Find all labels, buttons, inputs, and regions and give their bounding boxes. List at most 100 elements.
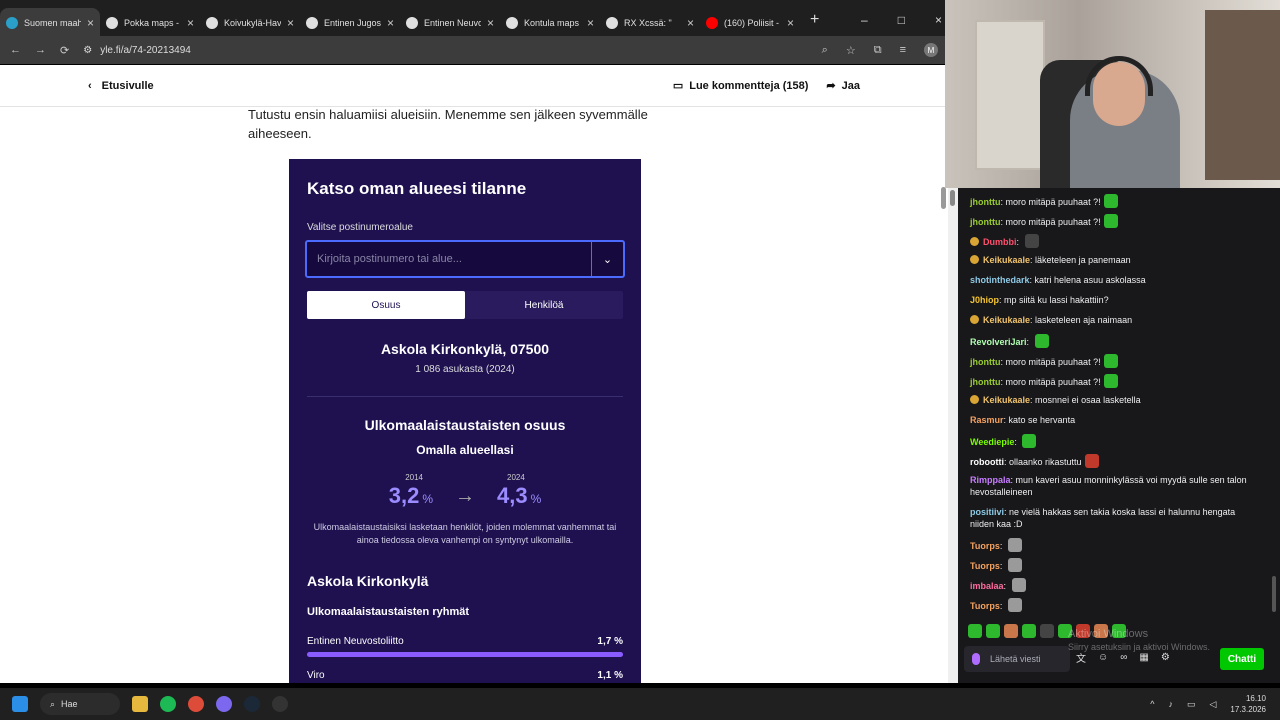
extensions-icon[interactable]: ⧉: [874, 44, 882, 57]
postal-code-input[interactable]: Kirjoita postinumero tai alue...: [307, 253, 591, 265]
emote-icon[interactable]: [1004, 624, 1018, 638]
spotify-icon[interactable]: [160, 696, 176, 712]
site-info-icon[interactable]: ⚙: [83, 45, 92, 56]
share-button[interactable]: ➦ Jaa: [826, 79, 860, 93]
chat-username[interactable]: jhonttu: [970, 377, 1001, 387]
bookmark-star-icon[interactable]: ☆: [846, 44, 856, 57]
page-scrollbar[interactable]: [938, 135, 948, 683]
emote-icon: [1103, 354, 1118, 368]
tab-close-icon[interactable]: ×: [487, 16, 494, 30]
maximize-icon[interactable]: □: [898, 13, 905, 27]
steam-icon[interactable]: [244, 696, 260, 712]
tray-display-icon[interactable]: ▭: [1187, 699, 1196, 710]
browser-tab[interactable]: Suomen maahanmuutto ×: [0, 8, 100, 38]
chat-username[interactable]: jhonttu: [970, 217, 1001, 227]
chat-left-scrollbar[interactable]: [948, 188, 958, 683]
chat-username[interactable]: Dumbbi: [983, 237, 1017, 247]
chat-message: jhonttu: moro mitäpä puuhaat ?!: [970, 374, 1250, 388]
group-bar-fill: [307, 652, 623, 657]
search-icon: ⌕: [50, 698, 56, 709]
chat-message: Tuorps:: [970, 598, 1250, 612]
chat-username[interactable]: Keikukaale: [983, 315, 1030, 325]
minimize-icon[interactable]: –: [861, 13, 868, 27]
new-tab-button[interactable]: +: [810, 11, 819, 29]
address-bar[interactable]: ⚙ yle.fi/a/74-20213494: [83, 45, 191, 56]
zoom-icon[interactable]: ⌕: [822, 44, 828, 57]
chat-username[interactable]: robootti: [970, 457, 1004, 467]
reload-icon[interactable]: ⟳: [60, 44, 69, 57]
chat-username[interactable]: Tuorps: [970, 541, 1000, 551]
discord-icon[interactable]: [216, 696, 232, 712]
tab-close-icon[interactable]: ×: [187, 16, 194, 30]
browser-tab[interactable]: Entinen Neuvostoliitto ×: [400, 8, 500, 38]
share-title: Ulkomaalaistaustaisten osuus: [364, 417, 566, 433]
chat-message: imbalaa:: [970, 578, 1250, 592]
browser-tab[interactable]: Kontula maps ×: [500, 8, 600, 38]
taskbar-search[interactable]: ⌕ Hae: [40, 693, 120, 715]
chat-text: mosnnei ei osaa lasketella: [1035, 395, 1141, 405]
chat-message: jhonttu: moro mitäpä puuhaat ?!: [970, 214, 1250, 228]
emote-icon[interactable]: [968, 624, 982, 638]
chat-username[interactable]: jhonttu: [970, 357, 1001, 367]
badge-icon: [970, 255, 979, 264]
chat-username[interactable]: J0hiop: [970, 295, 999, 305]
tab-close-icon[interactable]: ×: [287, 16, 294, 30]
emote-icon[interactable]: [1022, 624, 1036, 638]
chat-message: Weediepie:: [970, 434, 1250, 448]
chat-username[interactable]: Rimppala: [970, 475, 1011, 485]
chevron-down-icon[interactable]: ⌄: [591, 242, 623, 276]
close-window-icon[interactable]: ×: [935, 13, 942, 27]
microphone-icon[interactable]: [972, 653, 980, 665]
chat-username[interactable]: jhonttu: [970, 197, 1001, 207]
back-link[interactable]: ‹ Etusivulle: [88, 80, 154, 92]
chat-message: robootti: ollaanko rikastuttu: [970, 454, 1250, 468]
browser-tab[interactable]: RX Xcssä: " ×: [600, 8, 700, 38]
population: 1 086 asukasta (2024): [415, 364, 515, 375]
chat-username[interactable]: Keikukaale: [983, 395, 1030, 405]
chat-username[interactable]: Tuorps: [970, 561, 1000, 571]
chat-username[interactable]: positiivi: [970, 507, 1004, 517]
chat-username[interactable]: shotinthedark: [970, 275, 1030, 285]
browser-tab[interactable]: Koivukylä-Havu ×: [200, 8, 300, 38]
chat-username[interactable]: imbalaa: [970, 581, 1004, 591]
chat-username[interactable]: Keikukaale: [983, 255, 1030, 265]
tab-close-icon[interactable]: ×: [387, 16, 394, 30]
obs-icon[interactable]: [272, 696, 288, 712]
chat-username[interactable]: RevolveriJari: [970, 337, 1027, 347]
emote-icon[interactable]: [1040, 624, 1054, 638]
chat-send-button[interactable]: Chatti: [1220, 648, 1264, 670]
tray-chevron-up-icon[interactable]: ^: [1150, 699, 1154, 709]
browser-tab[interactable]: Pokka maps - Google ×: [100, 8, 200, 38]
tab-label: (160) Poliisit -: [724, 18, 780, 28]
clock[interactable]: 16.10 17.3.2026: [1230, 693, 1266, 715]
tab-close-icon[interactable]: ×: [687, 16, 694, 30]
chat-input-placeholder: Lähetä viesti: [990, 654, 1041, 664]
back-arrow-icon[interactable]: ←: [10, 44, 21, 56]
chat-username[interactable]: Rasmur: [970, 415, 1004, 425]
toggle-share[interactable]: Osuus: [307, 291, 465, 319]
tab-close-icon[interactable]: ×: [87, 16, 94, 30]
tray-mic-icon[interactable]: ♪: [1168, 699, 1173, 709]
tab-close-icon[interactable]: ×: [787, 16, 794, 30]
tab-close-icon[interactable]: ×: [587, 16, 594, 30]
profile-avatar[interactable]: M: [924, 43, 938, 57]
postal-code-combobox[interactable]: Kirjoita postinumero tai alue... ⌄: [305, 240, 625, 278]
browser-tab[interactable]: Entinen Jugoslavia ×: [300, 8, 400, 38]
comments-link[interactable]: ▭ Lue kommentteja (158): [673, 79, 809, 93]
chat-username[interactable]: Weediepie: [970, 437, 1014, 447]
toggle-persons[interactable]: Henkilöä: [465, 291, 623, 319]
chat-text: moro mitäpä puuhaat ?!: [1005, 197, 1101, 207]
chat-scrollbar[interactable]: [1272, 576, 1276, 612]
url-text: yle.fi/a/74-20213494: [100, 44, 191, 56]
browser-tab[interactable]: (160) Poliisit - ×: [700, 8, 800, 38]
chat-username[interactable]: Tuorps: [970, 601, 1000, 611]
tab-label: RX Xcssä: ": [624, 18, 672, 28]
chat-input[interactable]: Lähetä viesti: [964, 646, 1070, 672]
reading-list-icon[interactable]: ≡: [900, 44, 906, 56]
emote-icon[interactable]: [986, 624, 1000, 638]
tray-volume-icon[interactable]: ◁: [1209, 699, 1216, 710]
file-explorer-icon[interactable]: [132, 696, 148, 712]
forward-arrow-icon[interactable]: →: [35, 44, 46, 56]
chrome-icon[interactable]: [188, 696, 204, 712]
windows-start-icon[interactable]: [12, 696, 28, 712]
